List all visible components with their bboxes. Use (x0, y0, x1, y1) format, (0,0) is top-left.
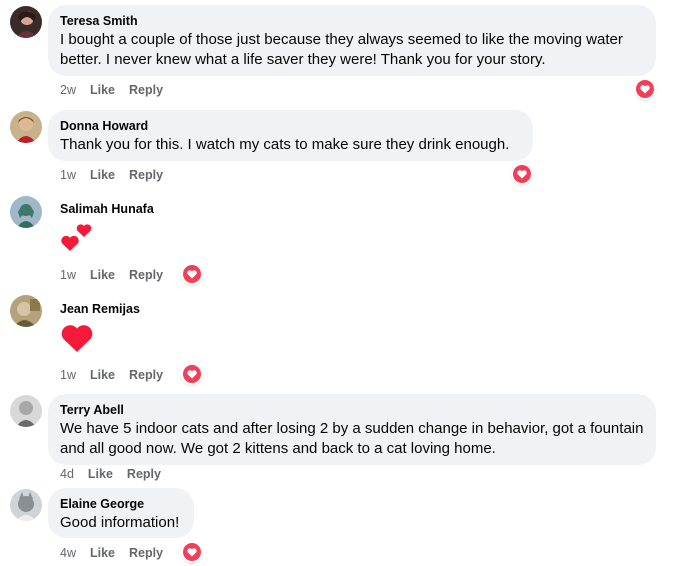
comment-text: Thank you for this. I watch my cats to m… (60, 136, 510, 153)
avatar[interactable] (10, 196, 42, 228)
red-heart-icon (60, 320, 94, 359)
avatar[interactable] (10, 111, 42, 143)
reply-button[interactable]: Reply (129, 82, 163, 98)
two-hearts-icon (60, 218, 96, 259)
like-button[interactable]: Like (90, 82, 115, 98)
comment-age[interactable]: 2w (60, 82, 76, 98)
avatar[interactable] (10, 6, 42, 38)
comment-actions: 1w Like Reply (60, 267, 177, 283)
love-icon[interactable] (182, 264, 202, 284)
love-icon[interactable] (182, 542, 202, 562)
comment-author[interactable]: Donna Howard (60, 118, 521, 134)
reply-button[interactable]: Reply (129, 367, 163, 383)
like-button[interactable]: Like (88, 466, 113, 482)
avatar[interactable] (10, 295, 42, 327)
comment-author[interactable]: Jean Remijas (60, 301, 140, 317)
like-button[interactable]: Like (90, 167, 115, 183)
avatar[interactable] (10, 489, 42, 521)
avatar[interactable] (10, 395, 42, 427)
comment-age[interactable]: 4d (60, 466, 74, 482)
love-icon[interactable] (512, 164, 532, 184)
comment-age[interactable]: 4w (60, 545, 76, 561)
comment-actions: 2w Like Reply (60, 82, 177, 98)
reply-button[interactable]: Reply (129, 545, 163, 561)
comment-bubble: Donna Howard Thank you for this. I watch… (48, 110, 533, 161)
comment-text: I bought a couple of those just because … (60, 31, 623, 68)
comment-text: We have 5 indoor cats and after losing 2… (60, 420, 644, 457)
comment-age[interactable]: 1w (60, 167, 76, 183)
comment-actions: 1w Like Reply (60, 367, 177, 383)
love-icon[interactable] (635, 79, 655, 99)
reply-button[interactable]: Reply (129, 167, 163, 183)
comment-author[interactable]: Salimah Hunafa (60, 201, 154, 217)
comment-age[interactable]: 1w (60, 267, 76, 283)
like-button[interactable]: Like (90, 267, 115, 283)
like-button[interactable]: Like (90, 545, 115, 561)
comment-age[interactable]: 1w (60, 367, 76, 383)
comment-author[interactable]: Elaine George (60, 496, 182, 512)
comment-bubble: Terry Abell We have 5 indoor cats and af… (48, 394, 656, 465)
comment-bubble: Elaine George Good information! (48, 488, 194, 538)
comment-author[interactable]: Teresa Smith (60, 13, 644, 29)
comment-actions: 4w Like Reply (60, 545, 177, 561)
comment-actions: 1w Like Reply (60, 167, 177, 183)
comment-text: Good information! (60, 514, 180, 531)
love-icon[interactable] (182, 364, 202, 384)
comment-bubble: Teresa Smith I bought a couple of those … (48, 5, 656, 76)
reply-button[interactable]: Reply (129, 267, 163, 283)
comment-author[interactable]: Terry Abell (60, 402, 644, 418)
like-button[interactable]: Like (90, 367, 115, 383)
reply-button[interactable]: Reply (127, 466, 161, 482)
comment-actions: 4d Like Reply (60, 466, 175, 482)
